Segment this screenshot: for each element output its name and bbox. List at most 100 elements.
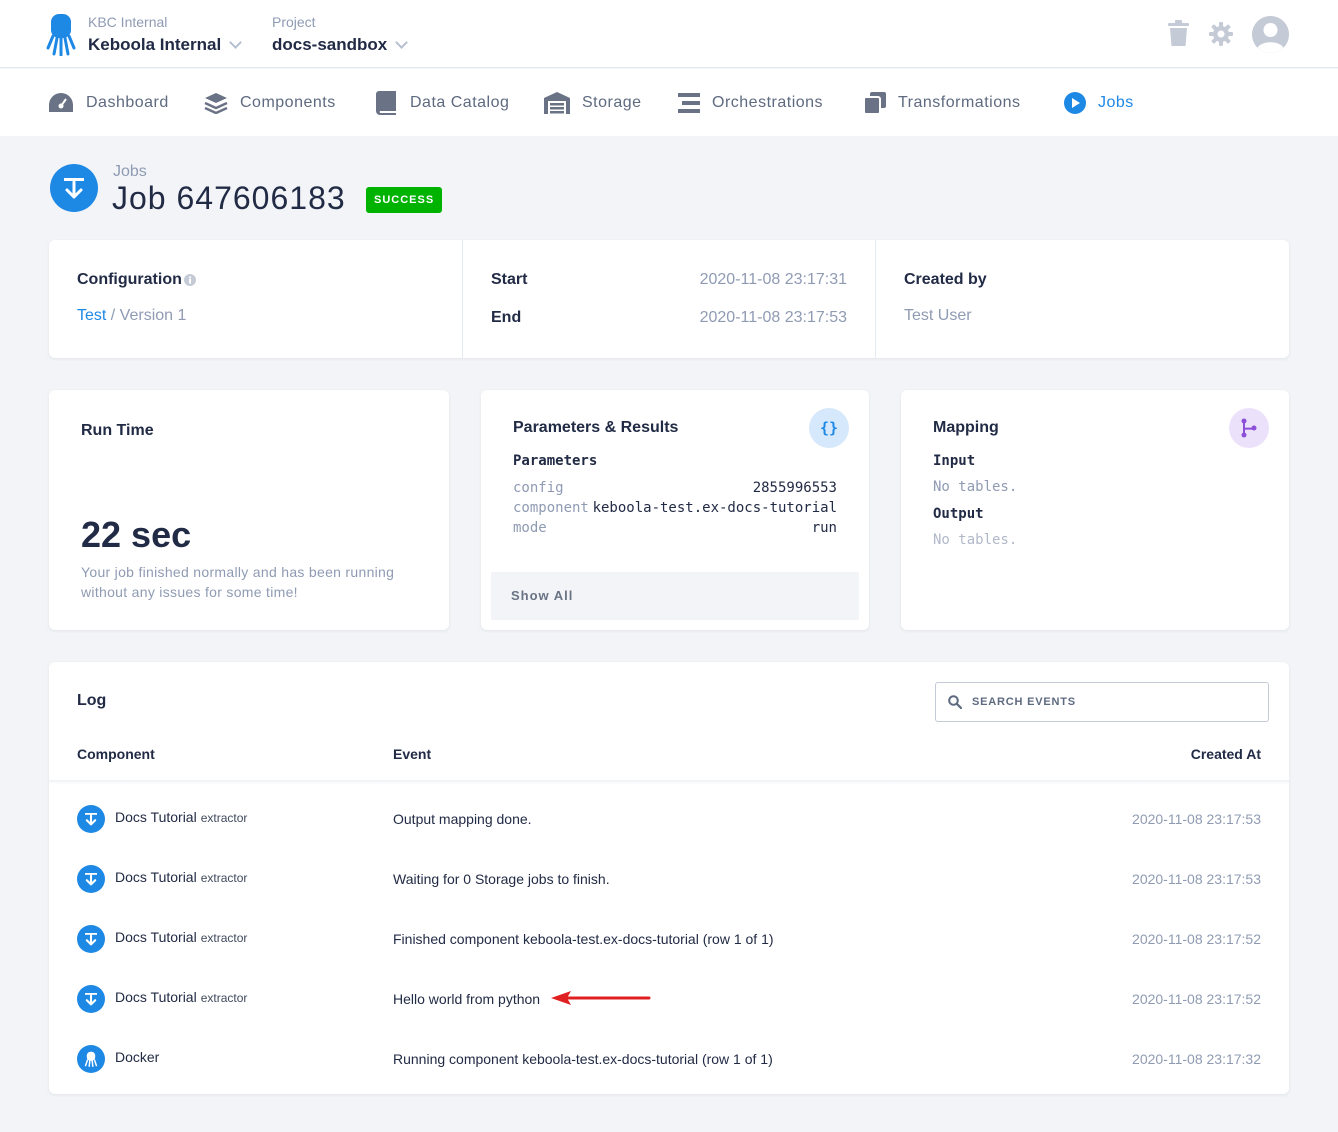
extractor-icon: [77, 985, 105, 1013]
org-name: Keboola Internal: [88, 35, 222, 54]
org-switcher[interactable]: KBC Internal Keboola Internal: [88, 14, 243, 56]
nav-orchestrations-label: Orchestrations: [712, 94, 824, 111]
page-title: Job 647606183: [112, 180, 346, 216]
component-name: Docs Tutorial extractor: [115, 809, 247, 825]
table-row[interactable]: Docs Tutorial extractor Hello world from …: [49, 968, 1289, 1028]
main-nav: Dashboard Components Data Catalog Storag…: [0, 69, 1338, 136]
configuration-value: Test / Version 1: [77, 307, 186, 325]
table-row[interactable]: Docs Tutorial extractor Finished componen…: [49, 908, 1289, 968]
component-name: Docker: [115, 1049, 163, 1065]
parameters-section-label: Parameters: [513, 453, 598, 469]
json-button[interactable]: {}: [809, 408, 849, 448]
search-events[interactable]: [935, 682, 1269, 722]
keboola-logo[interactable]: [46, 14, 76, 56]
status-badge: SUCCESS: [366, 187, 443, 213]
param-row: config 2855996553: [513, 478, 837, 498]
nav-storage[interactable]: Storage: [544, 91, 642, 115]
divider: [462, 240, 463, 358]
info-icon[interactable]: [184, 274, 196, 286]
job-info-card: Configuration Test / Version 1 Start 202…: [49, 240, 1289, 358]
trash-icon[interactable]: [1168, 20, 1189, 47]
run-time-value: 22 sec: [81, 514, 192, 555]
component-label: Docs Tutorial: [115, 809, 197, 825]
end-label: End: [491, 309, 522, 326]
nav-orchestrations[interactable]: Orchestrations: [678, 91, 823, 115]
table-row[interactable]: Docs Tutorial extractor Waiting for 0 Sto…: [49, 848, 1289, 908]
event-time: 2020-11-08 23:17:32: [1132, 1051, 1261, 1067]
event-text: Finished component keboola-test.ex-docs-…: [393, 931, 774, 947]
search-icon: [948, 695, 962, 709]
breadcrumb[interactable]: Jobs: [113, 163, 147, 181]
component-name: Docs Tutorial extractor: [115, 869, 247, 885]
config-link[interactable]: Test: [77, 307, 106, 324]
search-input[interactable]: [972, 696, 1252, 708]
play-circle-icon: [1064, 92, 1086, 114]
parameters-title: Parameters & Results: [513, 419, 679, 436]
docker-icon: [77, 1045, 105, 1073]
project-switcher[interactable]: Project docs-sandbox: [272, 14, 409, 56]
output-value: No tables.: [933, 532, 1018, 548]
column-header-event[interactable]: Event: [393, 746, 431, 762]
component-type: extractor: [200, 811, 248, 825]
end-value: 2020-11-08 23:17:53: [699, 309, 847, 326]
run-time-description: Your job finished normally and has been …: [81, 564, 395, 600]
nav-dashboard-label: Dashboard: [86, 94, 169, 111]
param-key: mode: [513, 520, 547, 536]
bars-icon: [678, 93, 700, 113]
event-text: Waiting for 0 Storage jobs to finish.: [393, 871, 610, 887]
nav-components-label: Components: [240, 94, 336, 111]
event-text: Running component keboola-test.ex-docs-t…: [393, 1051, 773, 1067]
user-avatar[interactable]: [1252, 16, 1289, 53]
event-time: 2020-11-08 23:17:52: [1132, 931, 1261, 947]
chevron-down-icon: [395, 36, 409, 49]
nav-components[interactable]: Components: [204, 91, 336, 115]
book-icon: [376, 91, 396, 115]
component-type: extractor: [200, 871, 248, 885]
param-value: keboola-test.ex-docs-tutorial: [592, 500, 837, 516]
param-value: 2855996553: [752, 480, 837, 496]
user-icon: [1252, 16, 1289, 53]
project-name: docs-sandbox: [272, 35, 388, 54]
nav-transformations-label: Transformations: [898, 94, 1021, 111]
extractor-icon: [77, 865, 105, 893]
param-row: mode run: [513, 518, 837, 538]
component-label: Docker: [115, 1049, 160, 1065]
component-label: Docs Tutorial: [115, 869, 197, 885]
show-all-button[interactable]: Show All: [491, 572, 859, 620]
nav-dashboard[interactable]: Dashboard: [48, 91, 169, 115]
mapping-title: Mapping: [933, 419, 999, 436]
event-text: Hello world from python: [393, 991, 541, 1007]
mapping-button[interactable]: [1229, 408, 1269, 448]
table-row[interactable]: Docs Tutorial extractor Output mapping do…: [49, 788, 1289, 848]
annotation-arrow-icon: [551, 991, 651, 1005]
table-row[interactable]: Docker Running component keboola-test.ex…: [49, 1028, 1289, 1088]
start-label: Start: [491, 271, 528, 288]
event-text: Output mapping done.: [393, 811, 532, 827]
copy-icon: [864, 92, 886, 114]
param-value: run: [811, 520, 837, 536]
component-label: Docs Tutorial: [115, 929, 197, 945]
run-time-card: Run Time 22 sec Your job finished normal…: [49, 390, 449, 630]
configuration-label: Configuration: [77, 271, 182, 288]
org-label: KBC Internal: [88, 14, 168, 30]
nav-jobs[interactable]: Jobs: [1064, 91, 1134, 115]
param-key: config: [513, 480, 564, 496]
divider: [875, 240, 876, 358]
column-header-created-at[interactable]: Created At: [1191, 746, 1261, 762]
gear-icon[interactable]: [1209, 22, 1233, 46]
created-by-value: Test User: [904, 307, 972, 324]
component-name: Docs Tutorial extractor: [115, 929, 247, 945]
branch-icon: [1241, 418, 1257, 438]
created-by-label: Created by: [904, 271, 987, 288]
nav-transformations[interactable]: Transformations: [864, 91, 1021, 115]
header-divider: [49, 780, 1289, 784]
parameters-card: Parameters & Results {} Parameters confi…: [481, 390, 869, 630]
project-label: Project: [272, 14, 316, 30]
start-value: 2020-11-08 23:17:31: [699, 271, 847, 288]
top-bar: KBC Internal Keboola Internal Project do…: [0, 0, 1338, 68]
event-time: 2020-11-08 23:17:53: [1132, 871, 1261, 887]
column-header-component[interactable]: Component: [77, 746, 155, 762]
run-time-title: Run Time: [81, 422, 154, 439]
nav-data-catalog[interactable]: Data Catalog: [376, 91, 509, 115]
braces-icon: {}: [819, 419, 839, 437]
